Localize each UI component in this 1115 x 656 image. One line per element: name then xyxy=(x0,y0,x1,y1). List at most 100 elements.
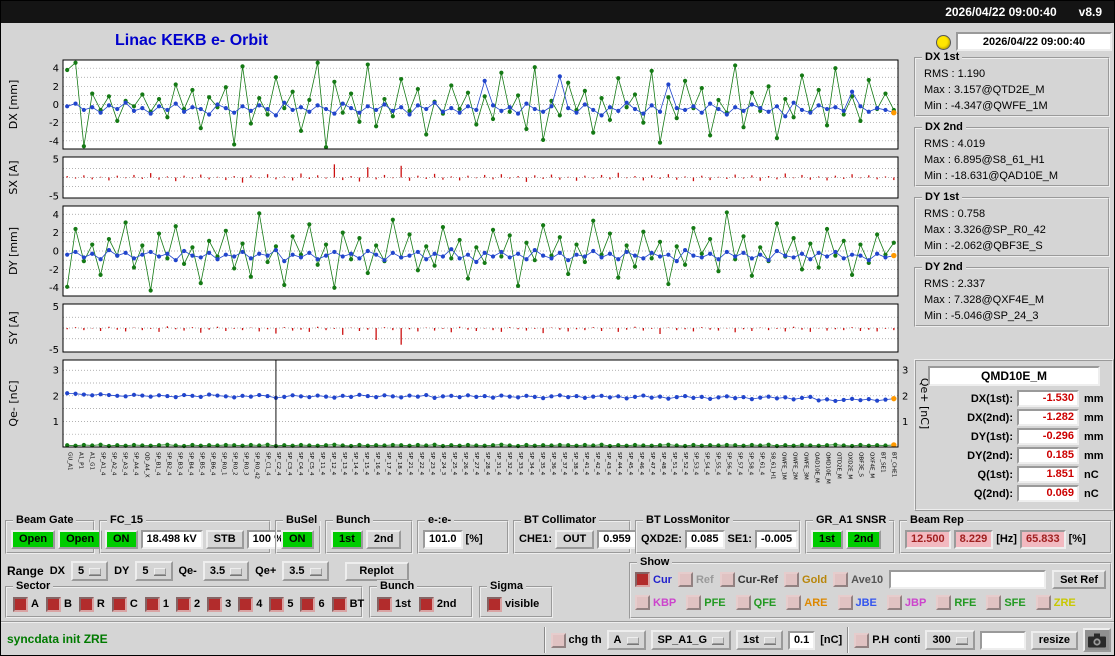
resize-button[interactable]: resize xyxy=(1031,631,1078,650)
show-checkbox-ave10[interactable]: Ave10 xyxy=(833,572,883,587)
checkbox-icon[interactable] xyxy=(145,597,160,612)
sector-checkbox-c[interactable]: C xyxy=(112,597,138,612)
checkbox-icon[interactable] xyxy=(487,597,502,612)
fc15-stb-button[interactable]: STB xyxy=(206,530,244,549)
checkbox-icon[interactable] xyxy=(269,597,284,612)
range-qem-dropdown[interactable]: 3.5 xyxy=(203,561,249,581)
che1-out-button[interactable]: OUT xyxy=(555,530,594,549)
interval-dropdown[interactable]: 300 xyxy=(925,630,974,650)
checkbox-icon[interactable] xyxy=(736,595,751,610)
show-checkbox-qfe[interactable]: QFE xyxy=(736,595,777,610)
checkbox-icon[interactable] xyxy=(635,595,650,610)
stats-box-title: DX 2nd xyxy=(922,121,966,133)
checkbox-icon[interactable] xyxy=(986,595,1001,610)
sector-checkbox-bt[interactable]: BT xyxy=(332,597,365,612)
stats-value: Max : 3.157@QTD2E_M xyxy=(924,82,1106,98)
show-checkbox-zre[interactable]: ZRE xyxy=(1036,595,1076,610)
show-checkbox-ref[interactable]: Ref xyxy=(678,572,714,587)
svg-text:QBF3E_S: QBF3E_S xyxy=(858,452,864,477)
checkbox-icon[interactable] xyxy=(854,633,869,648)
checkbox-icon[interactable] xyxy=(377,597,392,612)
checkbox-icon[interactable] xyxy=(786,595,801,610)
sector-checkbox-2[interactable]: 2 xyxy=(176,597,200,612)
show-checkbox-sfe[interactable]: SFE xyxy=(986,595,1025,610)
bunch2-checkbox-1st[interactable]: 1st xyxy=(377,597,411,612)
show-checkbox-jbp[interactable]: JBP xyxy=(887,595,926,610)
sector-checkbox-a[interactable]: A xyxy=(13,597,39,612)
gr-a1-1st-button[interactable]: 1st xyxy=(811,530,843,549)
checkbox-icon[interactable] xyxy=(207,597,222,612)
ee-ratio-title: e-:e- xyxy=(425,514,454,526)
gr-a1-2nd-button[interactable]: 2nd xyxy=(846,530,882,549)
qxd2e-label: QXD2E: xyxy=(641,533,682,545)
ph-checkbox[interactable]: P.H xyxy=(854,633,889,648)
range-qep-dropdown[interactable]: 3.5 xyxy=(282,561,328,581)
sigma-title: Sigma xyxy=(487,580,526,592)
range-dx-dropdown[interactable]: 5 xyxy=(71,561,108,581)
sector-checkbox-b[interactable]: B xyxy=(46,597,72,612)
bunch-2nd-button[interactable]: 2nd xyxy=(366,530,402,549)
replot-button[interactable]: Replot xyxy=(345,562,409,581)
checkbox-icon[interactable] xyxy=(46,597,61,612)
device-dropdown[interactable]: SP_A1_G xyxy=(651,630,732,650)
checkbox-icon[interactable] xyxy=(784,572,799,587)
readout-unit: mm xyxy=(1079,431,1106,443)
snapshot-camera-button[interactable] xyxy=(1083,628,1111,652)
checkbox-icon[interactable] xyxy=(13,597,28,612)
show-checkbox-jbe[interactable]: JBE xyxy=(838,595,877,610)
checkbox-icon[interactable] xyxy=(887,595,902,610)
show-checkbox-rfe[interactable]: RFE xyxy=(936,595,976,610)
busel-on-button[interactable]: ON xyxy=(281,530,314,549)
show-group: Show CurRefCur-RefGoldAve10Set Ref KBPPF… xyxy=(629,562,1112,619)
checkbox-icon[interactable] xyxy=(833,572,848,587)
sector-a-dropdown[interactable]: A xyxy=(607,630,646,650)
sector-checkbox-4[interactable]: 4 xyxy=(238,597,262,612)
show-checkbox-cur[interactable]: Cur xyxy=(635,572,672,587)
sigma-checkbox-visible[interactable]: visible xyxy=(487,597,539,612)
checkbox-label: BT xyxy=(350,598,365,610)
sector-checkbox-6[interactable]: 6 xyxy=(300,597,324,612)
checkbox-icon[interactable] xyxy=(635,572,650,587)
checkbox-label: 1 xyxy=(163,598,169,610)
checkbox-icon[interactable] xyxy=(419,597,434,612)
fc15-on-button[interactable]: ON xyxy=(105,530,138,549)
beam-rep-group: Beam Rep 12.500 8.229 [Hz] 65.833 [%] xyxy=(899,520,1112,554)
checkbox-icon[interactable] xyxy=(678,572,693,587)
show-checkbox-gold[interactable]: Gold xyxy=(784,572,827,587)
chg-th-checkbox[interactable]: chg th xyxy=(551,633,602,648)
checkbox-icon[interactable] xyxy=(720,572,735,587)
svg-text:SP_56_4: SP_56_4 xyxy=(726,452,732,476)
checkbox-icon[interactable] xyxy=(79,597,94,612)
show-checkbox-cur-ref[interactable]: Cur-Ref xyxy=(720,572,778,587)
show-checkbox-are[interactable]: ARE xyxy=(786,595,827,610)
sector-checkbox-1[interactable]: 1 xyxy=(145,597,169,612)
checkbox-icon[interactable] xyxy=(838,595,853,610)
show-checkbox-pfe[interactable]: PFE xyxy=(686,595,725,610)
separator xyxy=(544,627,546,653)
checkbox-icon[interactable] xyxy=(1036,595,1051,610)
checkbox-icon[interactable] xyxy=(300,597,315,612)
spare-input[interactable] xyxy=(980,631,1026,650)
sector-checkbox-3[interactable]: 3 xyxy=(207,597,231,612)
bunch2-checkbox-2nd[interactable]: 2nd xyxy=(419,597,457,612)
range-dy-dropdown[interactable]: 5 xyxy=(135,561,172,581)
sector-checkbox-5[interactable]: 5 xyxy=(269,597,293,612)
checkbox-icon[interactable] xyxy=(936,595,951,610)
beam-gate-open-button-2[interactable]: Open xyxy=(58,530,102,549)
show-checkbox-kbp[interactable]: KBP xyxy=(635,595,676,610)
orbit-charts[interactable]: 420-2-4DX [mm]5-5SX [A]420-2-4DY [mm]5-5… xyxy=(1,55,931,517)
bunch-dropdown[interactable]: 1st xyxy=(736,630,783,650)
ref-file-input[interactable] xyxy=(889,570,1046,589)
svg-text:-5: -5 xyxy=(49,345,59,356)
ee-ratio-group: e-:e- 101.0 [%] xyxy=(417,520,509,554)
checkbox-icon[interactable] xyxy=(176,597,191,612)
beam-gate-open-button-1[interactable]: Open xyxy=(11,530,55,549)
checkbox-icon[interactable] xyxy=(332,597,347,612)
checkbox-icon[interactable] xyxy=(112,597,127,612)
checkbox-icon[interactable] xyxy=(551,633,566,648)
sector-checkbox-r[interactable]: R xyxy=(79,597,105,612)
checkbox-icon[interactable] xyxy=(238,597,253,612)
set-ref-button[interactable]: Set Ref xyxy=(1052,570,1106,589)
bunch-1st-button[interactable]: 1st xyxy=(331,530,363,549)
checkbox-icon[interactable] xyxy=(686,595,701,610)
